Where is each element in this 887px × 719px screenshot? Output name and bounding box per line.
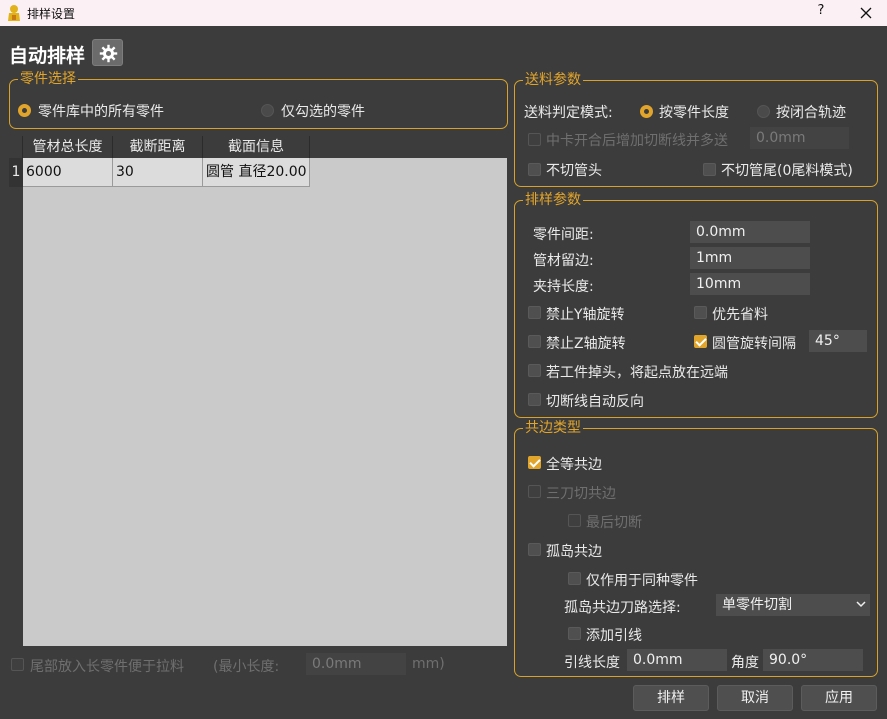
cell-length[interactable]: 6000 — [23, 158, 113, 187]
no-head-checkbox[interactable] — [528, 163, 541, 176]
common-edge-legend: 共边类型 — [523, 419, 583, 437]
full-common-checkbox[interactable] — [528, 456, 541, 469]
col-header-section[interactable]: 截面信息 — [203, 136, 310, 158]
island-path-label: 孤岛共边刀路选择: — [564, 600, 681, 616]
no-head-label: 不切管头 — [546, 163, 602, 179]
help-button[interactable]: ? — [812, 3, 830, 23]
min-length-label: (最小长度: — [213, 659, 280, 675]
feed-mode-label: 送料判定模式: — [524, 105, 613, 121]
auto-reverse-label: 切断线自动反向 — [546, 394, 644, 410]
row-number-column: 1 — [9, 158, 23, 646]
round-rotate-input[interactable]: 45° — [809, 330, 867, 352]
part-select-legend: 零件选择 — [18, 70, 78, 88]
margin-label: 管材留边: — [533, 253, 594, 269]
feed-params-legend: 送料参数 — [523, 71, 583, 89]
lead-length-label: 引线长度 — [564, 655, 620, 671]
cell-cut[interactable]: 30 — [113, 158, 203, 187]
chevron-down-icon — [856, 601, 866, 608]
tail-long-part-label: 尾部放入长零件便于拉料 — [30, 659, 184, 675]
island-checkbox[interactable] — [528, 543, 541, 556]
round-rotate-checkbox[interactable] — [694, 335, 707, 348]
far-start-label: 若工件掉头，将起点放在远端 — [546, 365, 728, 381]
app-icon — [8, 5, 20, 21]
same-part-label: 仅作用于同种零件 — [586, 573, 698, 589]
three-cut-checkbox[interactable] — [528, 485, 541, 498]
island-path-select[interactable]: 单零件切割 — [716, 594, 870, 616]
mid-clamp-input[interactable]: 0.0mm — [750, 127, 849, 149]
mid-clamp-label: 中卡开合后增加切断线并多送 — [546, 133, 728, 149]
cancel-button[interactable]: 取消 — [717, 685, 793, 711]
page-title: 自动排样 — [9, 45, 86, 67]
last-cut-checkbox[interactable] — [568, 514, 581, 527]
label-by-length[interactable]: 按零件长度 — [659, 102, 729, 122]
nest-button[interactable]: 排样 — [633, 685, 709, 711]
apply-button[interactable]: 应用 — [801, 685, 877, 711]
label-all-parts[interactable]: 零件库中的所有零件 — [38, 101, 164, 121]
angle-label: 角度 — [731, 655, 759, 671]
radio-all-parts[interactable] — [18, 104, 31, 117]
no-y-rotate-checkbox[interactable] — [528, 306, 541, 319]
clamp-label: 夹持长度: — [533, 279, 594, 295]
min-length-unit: mm) — [412, 656, 445, 672]
label-by-track[interactable]: 按闭合轨迹 — [776, 102, 846, 122]
far-start-checkbox[interactable] — [528, 364, 541, 377]
island-path-value: 单零件切割 — [722, 597, 792, 613]
window-title: 排样设置 — [27, 7, 76, 21]
save-material-checkbox[interactable] — [694, 306, 707, 319]
no-z-rotate-checkbox[interactable] — [528, 335, 541, 348]
add-lead-checkbox[interactable] — [568, 627, 581, 640]
same-part-checkbox[interactable] — [568, 572, 581, 585]
no-y-rotate-label: 禁止Y轴旋转 — [546, 307, 625, 323]
no-z-rotate-label: 禁止Z轴旋转 — [546, 336, 626, 352]
label-checked-parts[interactable]: 仅勾选的零件 — [281, 101, 365, 121]
no-tail-checkbox[interactable] — [703, 163, 716, 176]
no-tail-label: 不切管尾(0尾料模式) — [721, 163, 853, 179]
three-cut-label: 三刀切共边 — [546, 486, 616, 502]
min-length-input[interactable]: 0.0mm — [306, 653, 406, 675]
col-header-cut[interactable]: 截断距离 — [113, 136, 203, 158]
save-material-label: 优先省料 — [712, 307, 768, 323]
title-bar: 排样设置 ? — [0, 0, 887, 26]
parts-table: 管材总长度 截断距离 截面信息 1 6000 30 圆管 直径20.00 — [9, 136, 507, 646]
table-header: 管材总长度 截断距离 截面信息 — [9, 136, 507, 158]
full-common-label: 全等共边 — [546, 457, 602, 473]
col-header-corner — [9, 136, 23, 158]
nest-params-legend: 排样参数 — [523, 191, 583, 209]
add-lead-label: 添加引线 — [586, 628, 642, 644]
angle-input[interactable]: 90.0° — [763, 649, 863, 671]
island-label: 孤岛共边 — [546, 544, 602, 560]
radio-checked-parts[interactable] — [261, 104, 274, 117]
auto-reverse-checkbox[interactable] — [528, 393, 541, 406]
lead-length-input[interactable]: 0.0mm — [627, 649, 727, 671]
tail-long-part-checkbox[interactable] — [11, 658, 24, 671]
col-header-length[interactable]: 管材总长度 — [23, 136, 113, 158]
clamp-input[interactable]: 10mm — [690, 273, 810, 295]
radio-by-length[interactable] — [640, 105, 653, 118]
row-number[interactable]: 1 — [9, 158, 23, 187]
spacing-input[interactable]: 0.0mm — [690, 221, 810, 243]
spacing-label: 零件间距: — [533, 227, 594, 243]
gear-icon — [99, 44, 118, 63]
last-cut-label: 最后切断 — [586, 515, 642, 531]
round-rotate-label: 圆管旋转间隔 — [712, 336, 796, 352]
radio-by-track[interactable] — [757, 105, 770, 118]
margin-input[interactable]: 1mm — [690, 247, 810, 269]
settings-button[interactable] — [92, 39, 123, 66]
mid-clamp-checkbox[interactable] — [528, 133, 541, 146]
close-icon[interactable] — [856, 3, 876, 23]
cell-section[interactable]: 圆管 直径20.00 — [203, 158, 310, 187]
